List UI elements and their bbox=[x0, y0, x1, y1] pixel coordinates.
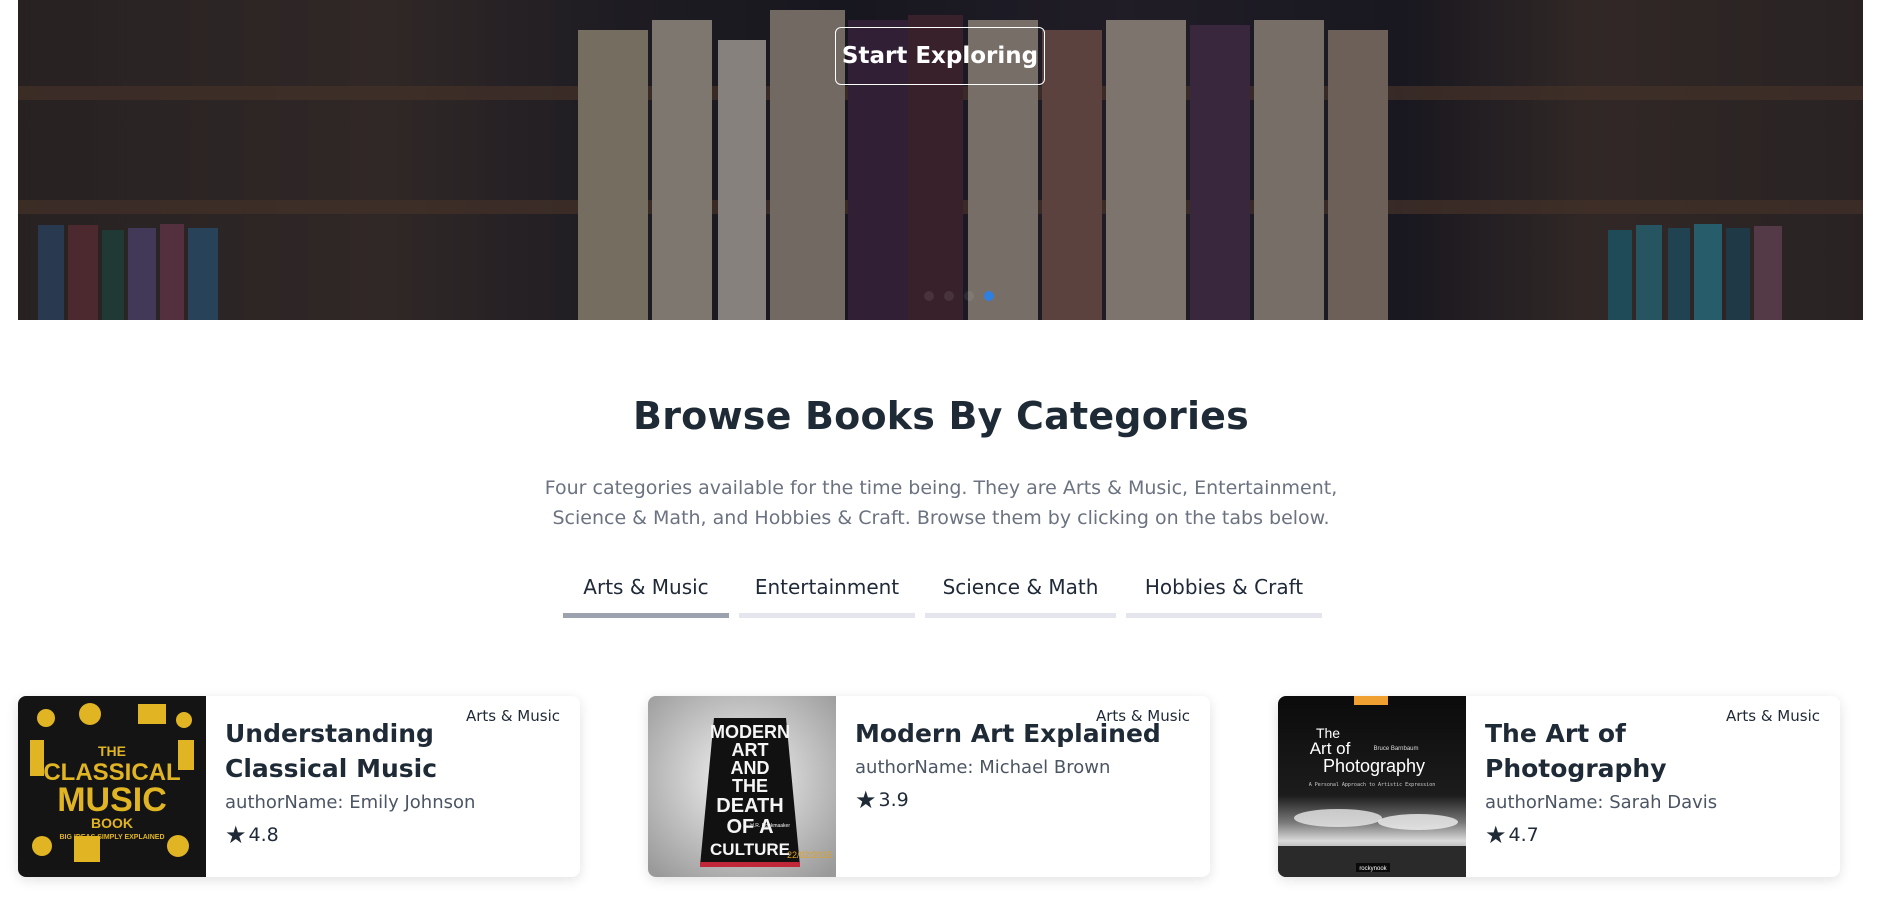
carousel-dot[interactable] bbox=[944, 291, 954, 301]
book-cover-image: THE CLASSICAL MUSIC BOOK BIG IDEAS SIMPL… bbox=[18, 696, 206, 877]
book-rating: ★ 3.9 bbox=[855, 788, 1182, 812]
book-rating-value: 4.7 bbox=[1508, 824, 1539, 846]
tab-entertainment[interactable]: Entertainment bbox=[739, 570, 915, 618]
book-rating: ★ 4.8 bbox=[225, 823, 552, 847]
cover-subtitle: A Personal Approach to Artistic Expressi… bbox=[1309, 782, 1435, 788]
book-info: Understanding Classical Music authorName… bbox=[225, 716, 552, 847]
star-icon: ★ bbox=[855, 786, 877, 814]
carousel-indicators bbox=[18, 291, 1863, 303]
cover-title-line: ART bbox=[732, 740, 769, 760]
book-rating: ★ 4.7 bbox=[1485, 823, 1812, 847]
star-icon: ★ bbox=[225, 821, 247, 849]
book-card[interactable]: MODERN ART AND THE DEATH OF A CULTURE H.… bbox=[648, 696, 1210, 877]
cover-title-line: Photography bbox=[1323, 756, 1425, 776]
cover-title-line: CULTURE bbox=[710, 840, 790, 859]
book-card[interactable]: THE CLASSICAL MUSIC BOOK BIG IDEAS SIMPL… bbox=[18, 696, 580, 877]
tab-science-math[interactable]: Science & Math bbox=[925, 570, 1116, 618]
carousel-dot-active[interactable] bbox=[984, 291, 994, 301]
start-exploring-button[interactable]: Start Exploring bbox=[835, 27, 1045, 85]
cover-publisher: rockynook bbox=[1359, 866, 1387, 872]
cover-title-word: MUSIC bbox=[57, 781, 167, 819]
carousel-dot[interactable] bbox=[924, 291, 934, 301]
book-cover-image: The Art of Photography Bruce Barnbaum A … bbox=[1278, 696, 1466, 877]
book-title[interactable]: The Art of Photography bbox=[1485, 716, 1812, 786]
tab-hobbies-craft[interactable]: Hobbies & Craft bbox=[1126, 570, 1322, 618]
cover-title-word: BOOK bbox=[91, 815, 133, 831]
book-author: authorName: Michael Brown bbox=[855, 757, 1111, 778]
cover-author: Bruce Barnbaum bbox=[1373, 746, 1418, 752]
tab-arts-music[interactable]: Arts & Music bbox=[563, 570, 729, 618]
star-icon: ★ bbox=[1485, 821, 1507, 849]
carousel-dot[interactable] bbox=[964, 291, 974, 301]
book-rating-value: 3.9 bbox=[878, 789, 909, 811]
book-author: authorName: Sarah Davis bbox=[1485, 792, 1718, 813]
cover-author: H.R. Rookmaaker bbox=[750, 823, 790, 829]
section-title: Browse Books By Categories bbox=[633, 394, 1249, 438]
cover-tagline: BIG IDEAS SIMPLY EXPLAINED bbox=[59, 834, 164, 841]
book-author: authorName: Emily Johnson bbox=[225, 792, 476, 813]
book-info: Modern Art Explained authorName: Michael… bbox=[855, 716, 1182, 812]
cover-title-line: MODERN bbox=[710, 722, 790, 742]
book-cover-image: MODERN ART AND THE DEATH OF A CULTURE H.… bbox=[648, 696, 836, 877]
cover-title-line: DEATH bbox=[716, 795, 783, 817]
book-rating-value: 4.8 bbox=[248, 824, 279, 846]
book-title[interactable]: Understanding Classical Music bbox=[225, 716, 552, 786]
book-title[interactable]: Modern Art Explained bbox=[855, 716, 1182, 751]
hero-banner: Start Exploring bbox=[18, 0, 1863, 320]
section-description: Four categories available for the time b… bbox=[544, 477, 1338, 529]
book-card[interactable]: The Art of Photography Bruce Barnbaum A … bbox=[1278, 696, 1840, 877]
cover-title-line: AND bbox=[731, 758, 770, 778]
cover-photo-date: 22/02/2015 bbox=[787, 850, 832, 860]
cover-title-word: THE bbox=[98, 743, 126, 759]
book-info: The Art of Photography authorName: Sarah… bbox=[1485, 716, 1812, 847]
cover-title-line: THE bbox=[732, 776, 768, 796]
